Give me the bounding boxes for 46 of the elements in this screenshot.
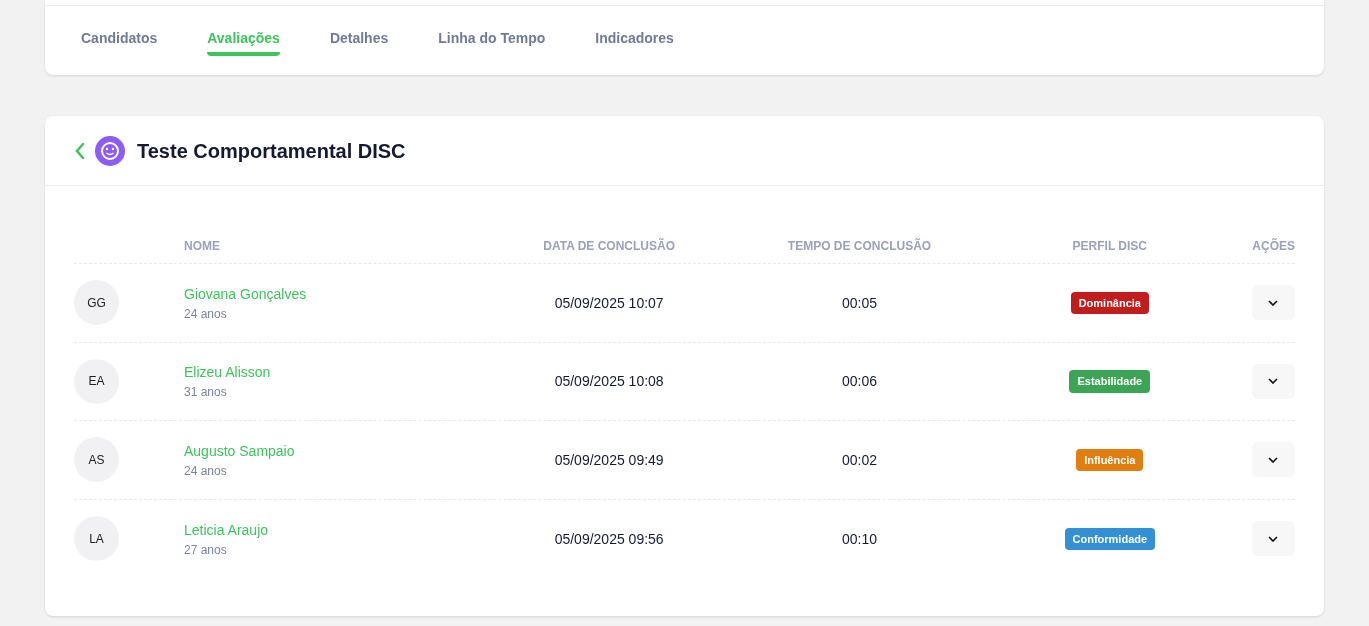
column-header: NOME [184, 237, 221, 254]
candidate-age: 24 anos [184, 462, 228, 479]
profile-tag: Dominância [1070, 291, 1149, 314]
completion-time: 00:02 [841, 450, 877, 470]
column-header: PERFIL DISC [1072, 237, 1148, 254]
completion-date: 05/09/2025 10:08 [554, 372, 664, 392]
column-header: AÇÕES [1252, 237, 1295, 254]
candidate-name[interactable]: Elizeu Alisson [184, 362, 484, 383]
avatar: LA [74, 516, 119, 562]
candidate-name[interactable]: Giovana Gonçalves [184, 283, 484, 304]
back-chevron-icon [73, 140, 87, 161]
candidate-name[interactable]: Leticia Araujo [184, 519, 484, 540]
candidate-name[interactable]: Augusto Sampaio [184, 440, 484, 461]
completion-date: 05/09/2025 10:07 [554, 293, 664, 313]
avatar: GG [74, 280, 119, 326]
candidate-age: 24 anos [184, 305, 228, 322]
candidate-age: 27 anos [184, 541, 228, 558]
avatar: EA [74, 358, 119, 404]
chevron-down-icon [1268, 535, 1279, 542]
completion-time: 00:05 [841, 293, 877, 313]
completion-time: 00:10 [841, 529, 877, 549]
chevron-down-icon [1268, 299, 1279, 306]
completion-date: 05/09/2025 09:56 [554, 529, 664, 549]
expand-button[interactable] [1252, 363, 1295, 399]
profile-tag: Influência [1076, 448, 1144, 471]
back-button[interactable] [73, 140, 87, 161]
completion-date: 05/09/2025 09:49 [554, 450, 664, 470]
avatar: AS [74, 437, 119, 483]
nav-tab[interactable]: Avaliações [207, 28, 280, 56]
nav-tab[interactable]: Candidatos [81, 28, 158, 56]
expand-button[interactable] [1252, 521, 1295, 557]
column-header: TEMPO DE CONCLUSÃO [787, 237, 932, 254]
profile-tag: Estabilidade [1069, 370, 1151, 393]
column-header: DATA DE CONCLUSÃO [543, 237, 676, 254]
nav-tab[interactable]: Indicadores [595, 28, 674, 56]
nav-tab[interactable]: Linha do Tempo [438, 28, 546, 56]
chevron-down-icon [1268, 456, 1279, 463]
expand-button[interactable] [1252, 442, 1295, 478]
profile-tag: Conformidade [1064, 527, 1156, 550]
nav-tab[interactable]: Detalhes [329, 28, 389, 56]
candidate-age: 31 anos [184, 384, 228, 401]
chevron-down-icon [1268, 378, 1279, 385]
assessment-title: Teste Comportamental DISC [137, 138, 406, 164]
expand-button[interactable] [1252, 285, 1295, 321]
smiley-icon [95, 135, 125, 166]
completion-time: 00:06 [841, 372, 877, 392]
